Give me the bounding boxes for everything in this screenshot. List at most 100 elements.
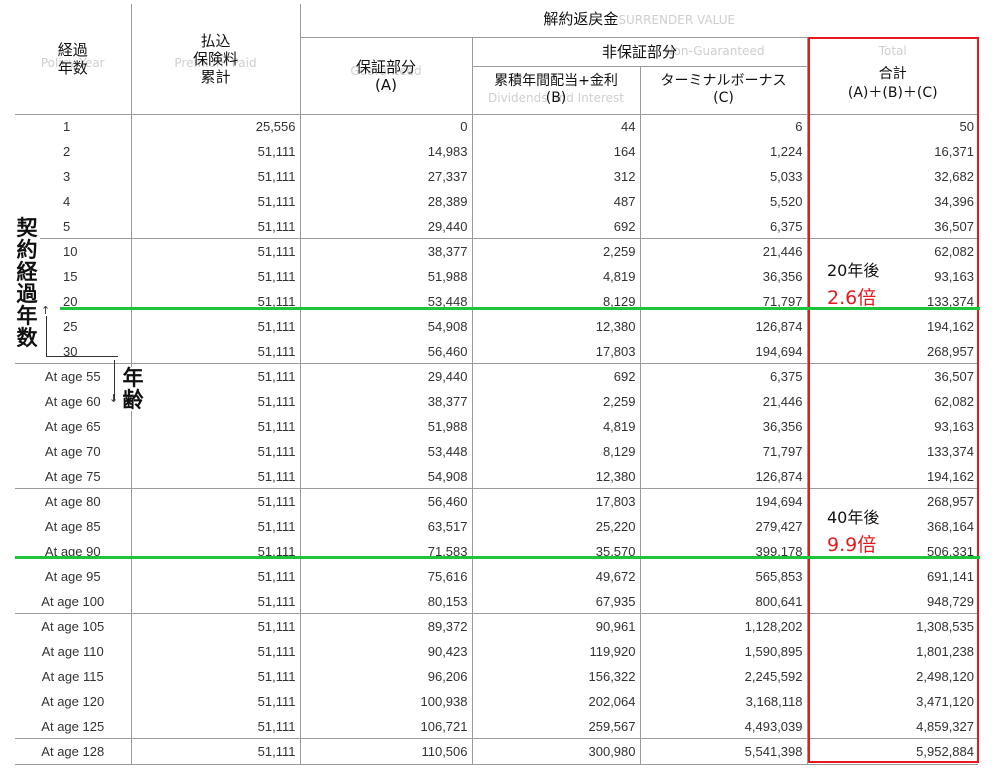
dividends-cell: 67,935 <box>471 588 640 614</box>
guaranteed-cell: 38,377 <box>299 389 472 415</box>
policy-years-arrow-shaft <box>46 316 47 356</box>
terminal-bonus-cell: 4,493,039 <box>639 713 807 739</box>
row-label: At age 120 <box>41 693 105 709</box>
guaranteed-cell: 28,389 <box>299 188 472 214</box>
row-label: At age 65 <box>44 418 101 434</box>
terminal-bonus-cell: 1,128,202 <box>639 613 807 640</box>
premium-cell: 51,111 <box>130 488 300 515</box>
dividends-cell: 90,961 <box>471 613 640 640</box>
dividends-cell: 12,380 <box>471 313 640 339</box>
age-vertical-label: 年齢 <box>120 367 146 411</box>
terminal-bonus-cell: 194,694 <box>639 488 807 515</box>
dividends-cell: 49,672 <box>471 563 640 589</box>
premium-cell: 51,111 <box>130 664 300 689</box>
premium-header: Premium Paid 払込 保険料 累計 <box>130 4 300 114</box>
row-label: 1 <box>15 113 131 140</box>
premium-cell: 51,111 <box>130 463 300 489</box>
terminal-bonus-cell: 71,797 <box>639 289 807 314</box>
dividends-cell: 156,322 <box>471 664 640 689</box>
row-label: At age 128 <box>15 738 131 766</box>
row-label: 2 <box>63 144 71 160</box>
row-label: 3 <box>63 168 71 184</box>
dividends-cell: 259,567 <box>471 713 640 739</box>
premium-cell: 51,111 <box>130 514 300 540</box>
guaranteed-cell: 96,206 <box>299 664 472 689</box>
row-label: At age 90 <box>44 543 101 559</box>
row-label: At age 100 <box>41 593 105 609</box>
row-label: At age 75 <box>44 468 101 484</box>
policy-years-base-line <box>46 356 118 357</box>
row-label: At age 125 <box>41 718 105 734</box>
guaranteed-cell: 51,988 <box>299 414 472 439</box>
guaranteed-cell: 90,423 <box>299 639 472 665</box>
premium-cell: 51,111 <box>130 738 300 766</box>
terminal-bonus-cell: 6,375 <box>639 213 807 239</box>
terminal-bonus-cell: 800,641 <box>639 588 807 614</box>
total-column-highlight <box>808 37 979 763</box>
guaranteed-cell: 29,440 <box>299 363 472 390</box>
note-40-years-multiple: 9.9倍 <box>827 534 877 556</box>
policy-years-arrow-head: ↑ <box>41 304 51 317</box>
note-20-years-label: 20年後 <box>827 261 880 280</box>
row-label: At age 85 <box>44 519 101 535</box>
premium-cell: 51,111 <box>130 588 300 614</box>
guaranteed-cell: 75,616 <box>299 563 472 589</box>
terminal-bonus-header: ターミナルボーナス (C) <box>639 66 807 114</box>
terminal-bonus-cell: 399,178 <box>639 539 807 564</box>
premium-cell: 51,111 <box>130 164 300 189</box>
policy-year-header-jp: 経過 年数 <box>57 40 88 77</box>
dividends-cell: 8,129 <box>471 438 640 464</box>
terminal-bonus-cell: 21,446 <box>639 389 807 415</box>
row-label: At age 70 <box>44 443 101 459</box>
row-label: At age 105 <box>15 613 131 640</box>
policy-year-header: Policy Year 経過 年数 <box>15 4 131 114</box>
dividends-cell: 487 <box>471 188 640 214</box>
row-label: At age 110 <box>41 644 104 660</box>
terminal-bonus-cell: 6 <box>639 113 807 140</box>
terminal-bonus-cell: 194,694 <box>639 338 807 364</box>
premium-cell: 25,556 <box>130 113 300 140</box>
guaranteed-cell: 0 <box>299 113 472 140</box>
guaranteed-cell: 38,377 <box>299 238 472 265</box>
guaranteed-header: Guaranteed 保証部分 (A) <box>299 37 472 114</box>
guaranteed-cell: 100,938 <box>299 688 472 714</box>
dividends-cell: 2,259 <box>471 238 640 265</box>
policy-years-vertical-text: 契約経過年数 <box>16 216 38 351</box>
guaranteed-cell: 63,517 <box>299 514 472 540</box>
premium-cell: 51,111 <box>130 363 300 390</box>
guaranteed-cell: 71,583 <box>299 539 472 564</box>
guaranteed-cell: 110,506 <box>299 738 472 766</box>
premium-cell: 51,111 <box>130 539 300 564</box>
premium-cell: 51,111 <box>130 389 300 415</box>
total-header-jp: 合計 <box>878 65 907 82</box>
guaranteed-cell: 56,460 <box>299 338 472 364</box>
dividends-cell: 44 <box>471 113 640 140</box>
terminal-bonus-cell: 5,033 <box>639 164 807 189</box>
terminal-bonus-cell: 71,797 <box>639 438 807 464</box>
dividends-cell: 164 <box>471 139 640 165</box>
premium-cell: 51,111 <box>130 563 300 589</box>
terminal-bonus-header-letter: (C) <box>713 90 734 106</box>
dividends-cell: 119,920 <box>471 639 640 665</box>
row-label: At age 115 <box>41 668 104 684</box>
premium-cell: 51,111 <box>130 188 300 214</box>
premium-cell: 51,111 <box>130 414 300 439</box>
surrender-value-header-jp: 解約返戻金 <box>543 10 619 28</box>
surrender-value-header: 解約返戻金SURRENDER VALUE <box>299 4 978 38</box>
premium-cell: 51,111 <box>130 289 300 314</box>
dividends-cell: 692 <box>471 363 640 390</box>
guaranteed-cell: 54,908 <box>299 463 472 489</box>
non-guaranteed-header-jp: 非保証部分 <box>601 42 677 61</box>
terminal-bonus-cell: 5,520 <box>639 188 807 214</box>
guaranteed-cell: 54,908 <box>299 313 472 339</box>
terminal-bonus-cell: 279,427 <box>639 514 807 540</box>
dividends-cell: 692 <box>471 213 640 239</box>
terminal-bonus-cell: 126,874 <box>639 313 807 339</box>
non-guaranteed-header: Non-Guaranteed 非保証部分 <box>471 37 807 67</box>
guaranteed-cell: 51,988 <box>299 264 472 290</box>
guaranteed-cell: 53,448 <box>299 438 472 464</box>
total-header-formula: (A)＋(B)＋(C) <box>847 84 938 101</box>
premium-cell: 51,111 <box>130 213 300 239</box>
dividends-cell: 2,259 <box>471 389 640 415</box>
dividends-cell: 4,819 <box>471 414 640 439</box>
